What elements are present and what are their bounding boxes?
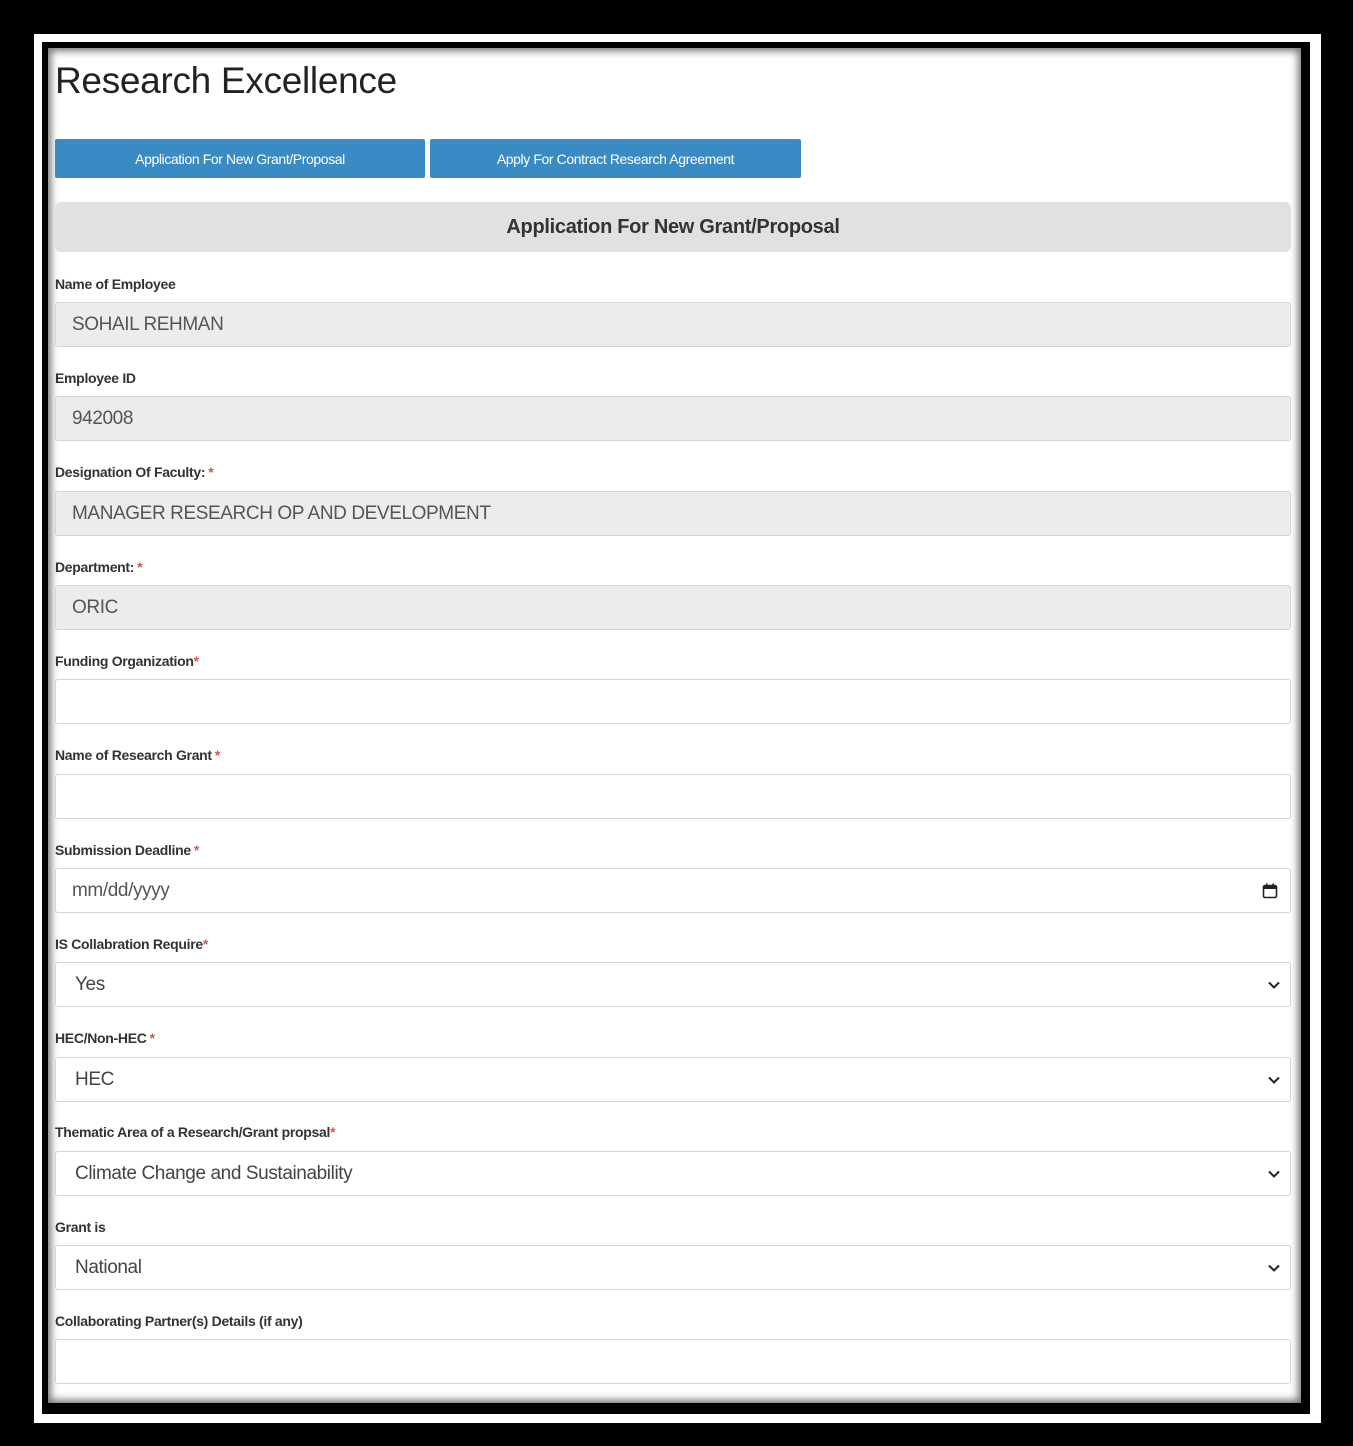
department-label: Department: * xyxy=(55,559,143,575)
research-grant-name-label: Name of Research Grant * xyxy=(55,747,220,763)
section-header: Application For New Grant/Proposal xyxy=(55,202,1291,252)
page-content: Research Excellence Application For New … xyxy=(48,48,1301,1403)
chevron-down-icon xyxy=(1268,1170,1280,1178)
research-grant-name-input[interactable] xyxy=(55,774,1291,819)
required-marker: * xyxy=(208,464,214,480)
thematic-area-label: Thematic Area of a Research/Grant propsa… xyxy=(55,1124,336,1140)
collaboration-required-select[interactable]: Yes xyxy=(55,962,1291,1007)
calendar-icon[interactable] xyxy=(1262,883,1278,899)
submission-deadline-label: Submission Deadline * xyxy=(55,842,200,858)
contract-research-tab-button[interactable]: Apply For Contract Research Agreement xyxy=(430,139,801,178)
required-marker: * xyxy=(193,842,200,858)
grant-type-label: Grant is xyxy=(55,1219,106,1235)
collaborating-partners-input[interactable] xyxy=(55,1339,1291,1384)
required-marker: * xyxy=(330,1124,336,1140)
designation-field[interactable]: MANAGER RESEARCH OP AND DEVELOPMENT xyxy=(55,491,1291,536)
employee-name-field[interactable]: SOHAIL REHMAN xyxy=(55,302,1291,347)
required-marker: * xyxy=(214,747,220,763)
designation-label: Designation Of Faculty: * xyxy=(55,464,214,480)
collaboration-required-label: IS Collabration Require* xyxy=(55,936,209,952)
funding-organization-label: Funding Organization* xyxy=(55,653,199,669)
thematic-area-select[interactable]: Climate Change and Sustainability xyxy=(55,1151,1291,1196)
employee-id-label: Employee ID xyxy=(55,370,136,386)
collaborating-partners-label: Collaborating Partner(s) Details (if any… xyxy=(55,1313,303,1329)
required-marker: * xyxy=(149,1030,155,1046)
new-grant-tab-button[interactable]: Application For New Grant/Proposal xyxy=(55,139,425,178)
required-marker: * xyxy=(193,653,199,669)
hec-label: HEC/Non-HEC * xyxy=(55,1030,155,1046)
department-field[interactable]: ORIC xyxy=(55,585,1291,630)
hec-select[interactable]: HEC xyxy=(55,1057,1291,1102)
page-title: Research Excellence xyxy=(55,60,397,101)
chevron-down-icon xyxy=(1268,1076,1280,1084)
chevron-down-icon xyxy=(1268,1264,1280,1272)
chevron-down-icon xyxy=(1268,981,1280,989)
employee-id-field[interactable]: 942008 xyxy=(55,396,1291,441)
funding-organization-input[interactable] xyxy=(55,679,1291,724)
section-title: Application For New Grant/Proposal xyxy=(506,215,840,238)
grant-type-select[interactable]: National xyxy=(55,1245,1291,1290)
submission-deadline-date-input[interactable]: mm/dd/yyyy xyxy=(55,868,1291,913)
required-marker: * xyxy=(137,559,143,575)
required-marker: * xyxy=(202,936,209,952)
employee-name-label: Name of Employee xyxy=(55,276,176,292)
date-placeholder: mm/dd/yyyy xyxy=(72,879,170,901)
